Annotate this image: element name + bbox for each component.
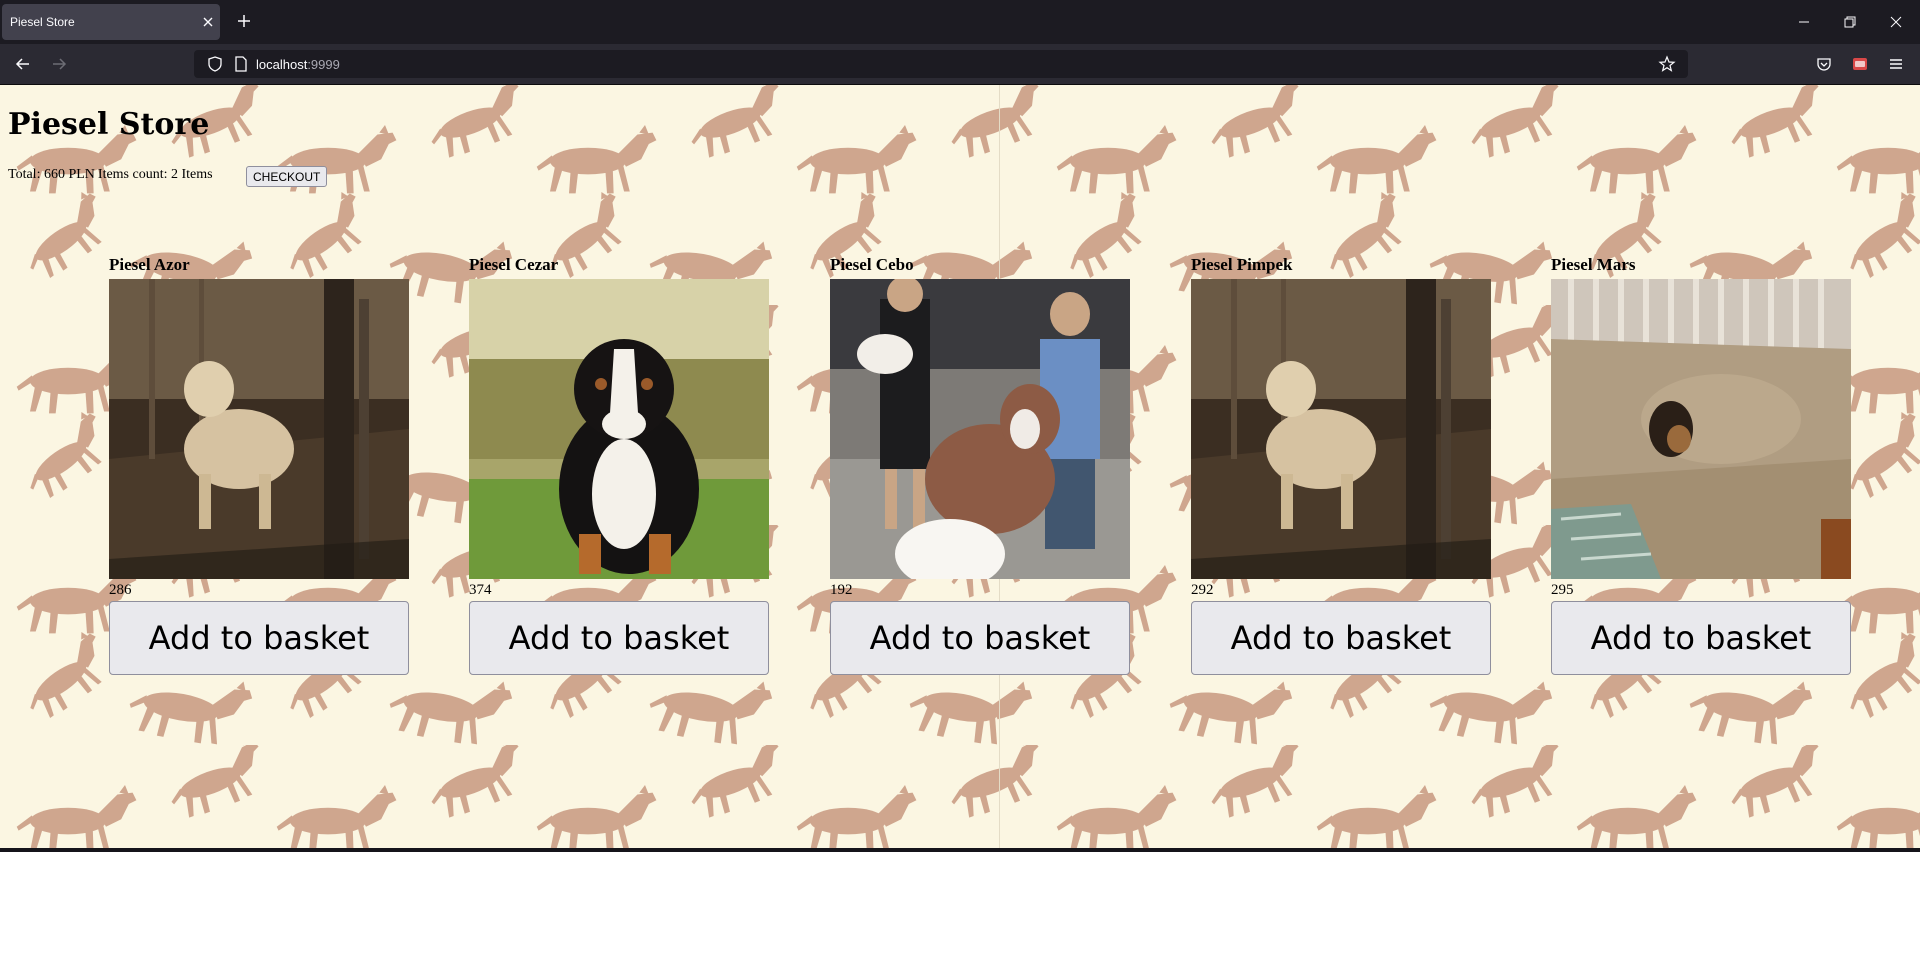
shield-icon[interactable] [206, 55, 224, 73]
product-price: 192 [830, 582, 853, 598]
product-card: Piesel Cebo 192 Add to basket [830, 255, 1130, 675]
close-window-icon[interactable] [1886, 12, 1906, 32]
product-price: 286 [109, 582, 132, 598]
add-to-basket-button[interactable]: Add to basket [1551, 601, 1851, 675]
add-to-basket-button[interactable]: Add to basket [469, 601, 769, 675]
hamburger-icon[interactable] [1886, 54, 1906, 74]
product-card: Piesel Mars 295 Add to basket [1551, 255, 1851, 675]
product-photo [469, 279, 769, 579]
arrow-right-icon[interactable] [49, 54, 69, 74]
product-card: Piesel Cezar 374 Add to basket [469, 255, 769, 675]
page-icon[interactable] [232, 55, 250, 73]
product-photo [1551, 279, 1851, 579]
pocket-icon[interactable] [1814, 54, 1834, 74]
close-icon[interactable] [198, 12, 218, 32]
page-viewport: Piesel Store Total: 660 PLN Items count: … [0, 85, 1920, 848]
product-photo [1191, 279, 1491, 579]
items-count-text: Items count: 2 Items [97, 167, 213, 182]
product-price: 295 [1551, 582, 1574, 598]
product-name: Piesel Azor [109, 255, 190, 274]
product-card: Piesel Azor 286 Add to basket [109, 255, 409, 675]
product-name: Piesel Pimpek [1191, 255, 1293, 274]
product-card: Piesel Pimpek 292 Add to basket [1191, 255, 1491, 675]
star-icon[interactable] [1658, 55, 1676, 73]
total-text: Total: 660 PLN [8, 167, 95, 182]
add-to-basket-button[interactable]: Add to basket [109, 601, 409, 675]
tab-title: Piesel Store [10, 15, 75, 29]
url-host: localhost [256, 57, 308, 72]
browser-tab[interactable]: Piesel Store [2, 4, 220, 40]
product-name: Piesel Cezar [469, 255, 559, 274]
product-photo [830, 279, 1130, 579]
checkout-button[interactable]: CHECKOUT [246, 166, 328, 187]
product-name: Piesel Mars [1551, 255, 1636, 274]
product-photo [109, 279, 409, 579]
browser-tab-bar: Piesel Store [0, 0, 1920, 44]
plus-icon[interactable] [234, 11, 254, 31]
url-text: localhost:9999 [256, 57, 340, 72]
restore-icon[interactable] [1840, 12, 1860, 32]
add-to-basket-button[interactable]: Add to basket [1191, 601, 1491, 675]
product-price: 292 [1191, 582, 1214, 598]
product-price: 374 [469, 582, 492, 598]
page-title: Piesel Store [8, 107, 210, 142]
arrow-left-icon[interactable] [13, 54, 33, 74]
page-bottom-border [0, 848, 1920, 852]
minimize-icon[interactable] [1794, 12, 1814, 32]
browser-nav-bar: localhost:9999 [0, 44, 1920, 84]
product-name: Piesel Cebo [830, 255, 914, 274]
add-to-basket-button[interactable]: Add to basket [830, 601, 1130, 675]
cart-summary: Total: 660 PLN Items count: 2 Items [8, 167, 216, 183]
url-bar[interactable]: localhost:9999 [194, 50, 1688, 78]
extension-icon[interactable] [1850, 54, 1870, 74]
url-port: :9999 [307, 57, 340, 72]
